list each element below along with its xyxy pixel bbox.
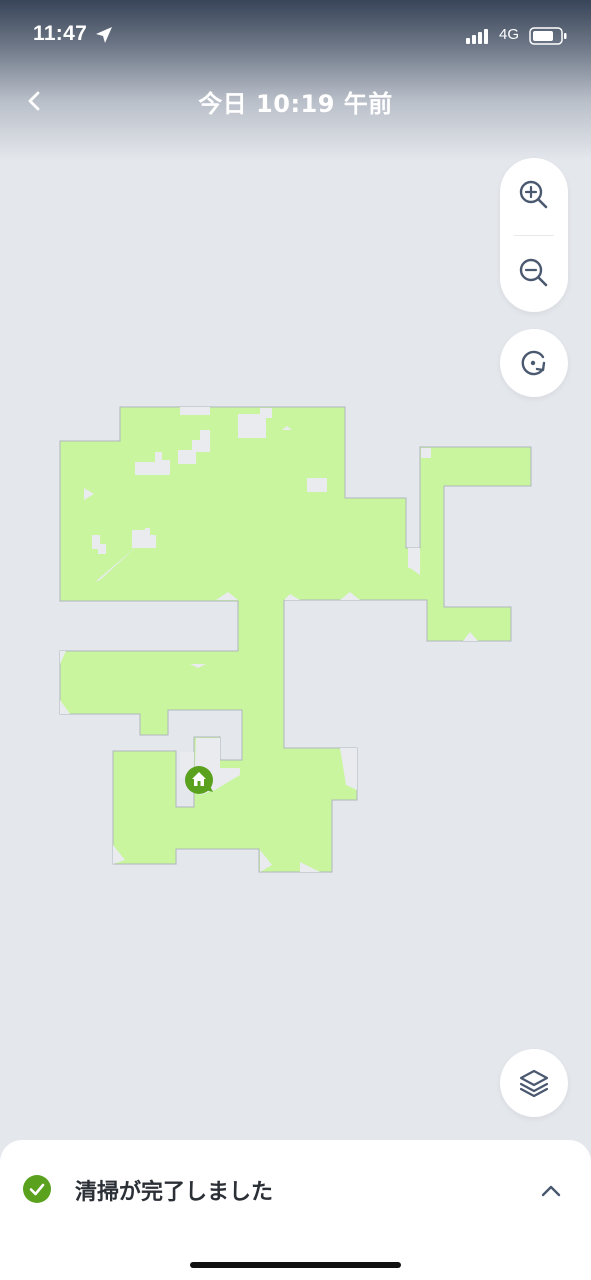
- home-indicator: [190, 1262, 401, 1268]
- page-title: 今日 10:19 午前: [198, 90, 393, 118]
- zoom-control: [500, 158, 568, 312]
- battery-icon: [529, 27, 567, 45]
- layers-icon: [519, 1069, 549, 1098]
- cleaning-status-text: 清掃が完了しました: [75, 1180, 274, 1205]
- status-time: 11:47: [33, 22, 88, 45]
- zoom-divider: [514, 235, 554, 236]
- cleaned-area: [59, 406, 532, 873]
- zoom-in-button[interactable]: [500, 160, 568, 230]
- status-bar: 11:47 4G: [0, 0, 591, 70]
- network-type: 4G: [499, 26, 520, 43]
- zoom-out-button[interactable]: [500, 238, 568, 308]
- location-arrow-icon: [96, 27, 112, 43]
- cellular-signal-icon: [466, 29, 488, 44]
- zoom-out-icon: [519, 258, 548, 287]
- chevron-up-icon[interactable]: [537, 1180, 565, 1202]
- map-layers-button[interactable]: [500, 1049, 568, 1117]
- map-room-area: [59, 406, 532, 873]
- nav-bar: 今日 10:19 午前: [0, 70, 591, 130]
- rotate-map-button[interactable]: [500, 329, 568, 397]
- dock-home-marker: [185, 766, 213, 794]
- bottom-sheet[interactable]: 清掃が完了しました: [0, 1140, 591, 1280]
- rotate-icon: [521, 350, 546, 376]
- check-circle-icon: [23, 1175, 51, 1203]
- zoom-in-icon: [519, 180, 548, 209]
